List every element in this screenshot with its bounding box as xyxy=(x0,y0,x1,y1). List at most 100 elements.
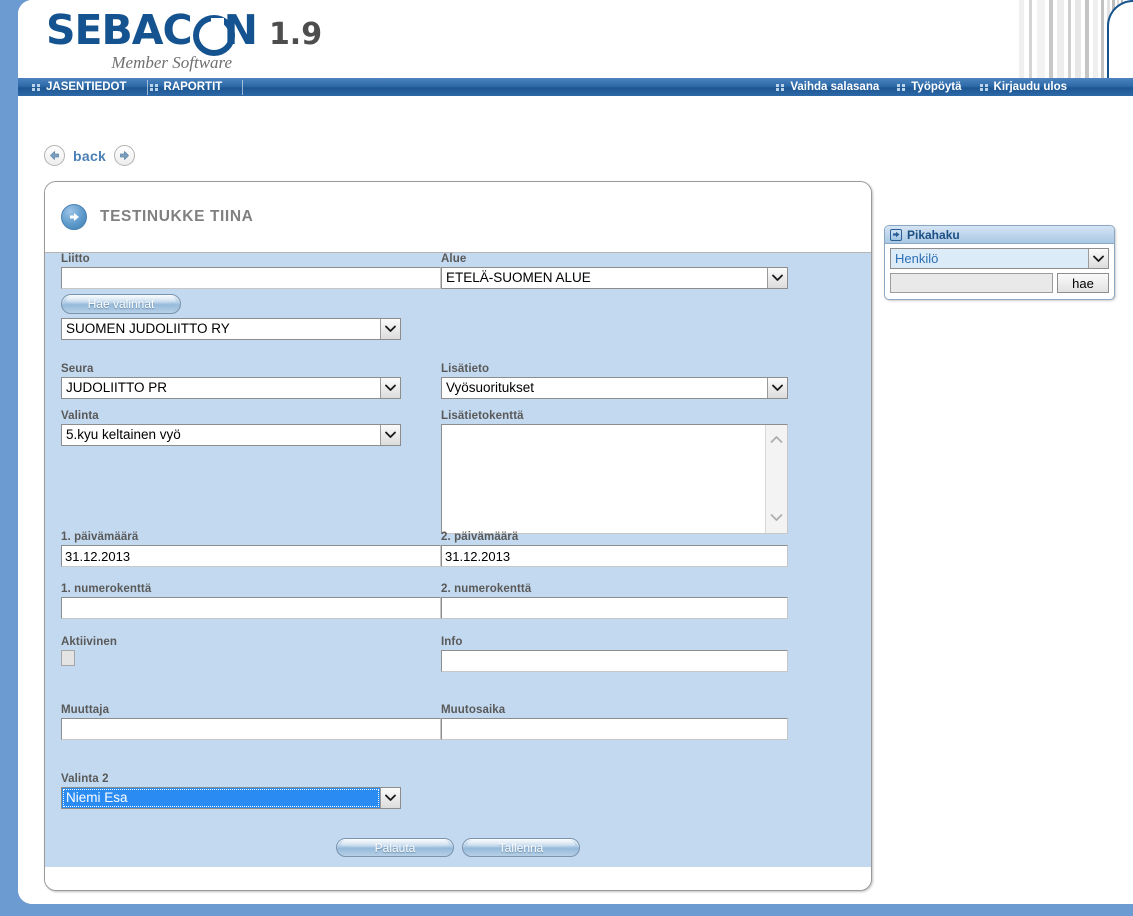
valinta-2-select[interactable]: Niemi Esa xyxy=(61,787,401,809)
dots-icon xyxy=(979,83,988,91)
valinta-2-select-value: Niemi Esa xyxy=(62,788,380,808)
field-info-label: Info xyxy=(441,636,463,648)
app-logo: SEBAC N 1.9 Member Software xyxy=(46,10,322,73)
liitto-select[interactable]: SUOMEN JUDOLIITTO RY xyxy=(61,318,401,340)
back-label[interactable]: back xyxy=(73,148,106,164)
valinta-select[interactable]: 5.kyu keltainen vyö xyxy=(61,424,401,446)
logo-text-part1: SEBAC xyxy=(46,6,193,54)
quick-search-submit-button[interactable]: hae xyxy=(1057,273,1109,293)
dots-icon xyxy=(149,83,158,91)
chevron-down-icon xyxy=(380,788,400,808)
field-valinta: Valinta 5.kyu keltainen vyö xyxy=(61,410,441,446)
arrow-right-icon xyxy=(120,151,130,160)
app-header: SEBAC N 1.9 Member Software xyxy=(18,0,1133,78)
numerokentta-2-input[interactable] xyxy=(441,597,788,619)
card-header: TESTINUKKE TIINA xyxy=(45,182,871,253)
field-paivamaara-1-label: 1. päivämäärä xyxy=(61,531,139,543)
chevron-down-icon xyxy=(767,268,787,288)
nav-item-jasentiedot[interactable]: JASENTIEDOT xyxy=(32,81,145,93)
paivamaara-2-input[interactable] xyxy=(441,545,788,567)
scroll-up-icon[interactable] xyxy=(770,431,783,449)
textarea-scrollbar[interactable] xyxy=(765,425,787,533)
field-numerokentta-1-label: 1. numerokenttä xyxy=(61,583,152,595)
nav-separator xyxy=(146,79,148,95)
field-lisatietokentta-label: Lisätietokenttä xyxy=(441,410,524,422)
chevron-down-icon xyxy=(1088,249,1108,268)
lisatieto-select-value: Vyösuoritukset xyxy=(446,380,535,395)
back-previous-button[interactable] xyxy=(44,145,65,166)
nav-item-kirjaudu-ulos[interactable]: Kirjaudu ulos xyxy=(979,81,1085,93)
nav-right-group: Vaihda salasana Työpöytä Kirjaudu ulos xyxy=(776,81,1133,93)
breadcrumb-back-bar: back xyxy=(44,145,136,166)
arrow-left-icon xyxy=(50,151,59,160)
quick-search-header: Pikahaku xyxy=(885,226,1114,244)
field-numerokentta-1: 1. numerokenttä xyxy=(61,583,441,619)
palauta-button[interactable]: Palauta xyxy=(336,838,454,857)
lisatietokentta-textarea[interactable] xyxy=(441,424,788,534)
nav-separator xyxy=(242,79,244,95)
quick-search-title: Pikahaku xyxy=(907,227,960,242)
field-numerokentta-2-label: 2. numerokenttä xyxy=(441,583,532,595)
field-valinta-2: Valinta 2 Niemi Esa xyxy=(61,773,441,809)
main-navigation: JASENTIEDOT RAPORTIT Vaihda salasana Työ… xyxy=(18,78,1133,97)
liitto-select-value: SUOMEN JUDOLIITTO RY xyxy=(66,321,230,336)
field-lisatietokentta: Lisätietokenttä xyxy=(441,410,821,534)
form-action-buttons: Palauta Tallenna xyxy=(45,838,871,857)
nav-item-vaihda-salasana[interactable]: Vaihda salasana xyxy=(776,81,897,93)
member-detail-card: TESTINUKKE TIINA Liitto Hae valinnat SUO… xyxy=(44,181,872,891)
page-content: back TESTINUKKE TIINA Liitto Hae valinna… xyxy=(18,97,1133,904)
logo-o-glyph xyxy=(192,15,235,56)
logo-tagline: Member Software xyxy=(111,53,233,72)
field-alue-label: Alue xyxy=(441,253,467,265)
chevron-down-icon xyxy=(380,425,400,445)
page-root: SEBAC N 1.9 Member Software JASENTIEDOT … xyxy=(0,0,1133,916)
valinta-select-value: 5.kyu keltainen vyö xyxy=(66,427,181,442)
member-form: Liitto Hae valinnat SUOMEN JUDOLIITTO RY xyxy=(45,253,871,867)
nav-item-raportit-label: RAPORTIT xyxy=(163,81,223,93)
field-muuttaja-label: Muuttaja xyxy=(61,704,110,716)
lisatieto-select[interactable]: Vyösuoritukset xyxy=(441,377,788,399)
field-muutosaika-label: Muutosaika xyxy=(441,704,506,716)
nav-item-raportit[interactable]: RAPORTIT xyxy=(149,81,241,93)
dots-icon xyxy=(32,83,40,91)
field-lisatieto-label: Lisätieto xyxy=(441,363,490,375)
scroll-down-icon[interactable] xyxy=(770,509,783,527)
liitto-input[interactable] xyxy=(61,267,441,289)
field-paivamaara-1: 1. päivämäärä xyxy=(61,531,441,567)
info-input[interactable] xyxy=(441,650,788,672)
alue-select[interactable]: ETELÄ-SUOMEN ALUE xyxy=(441,267,788,289)
field-muuttaja: Muuttaja xyxy=(61,704,441,740)
app-shell: SEBAC N 1.9 Member Software JASENTIEDOT … xyxy=(18,0,1133,904)
quick-search-row: hae xyxy=(890,273,1109,293)
lisatietokentta-textarea-body[interactable] xyxy=(442,425,765,533)
aktiivinen-checkbox[interactable] xyxy=(61,650,75,666)
nav-item-tyopoyta[interactable]: Työpöytä xyxy=(897,81,979,93)
numerokentta-1-input[interactable] xyxy=(61,597,441,619)
field-seura-label: Seura xyxy=(61,363,94,375)
muuttaja-input[interactable] xyxy=(61,718,441,740)
hae-valinnat-button[interactable]: Hae valinnat xyxy=(61,294,181,314)
back-next-button[interactable] xyxy=(114,145,136,166)
dots-icon xyxy=(897,83,906,91)
muutosaika-input[interactable] xyxy=(441,718,788,740)
quick-search-input[interactable] xyxy=(890,273,1053,293)
paivamaara-1-input[interactable] xyxy=(61,545,441,567)
quick-search-type-select[interactable]: Henkilö xyxy=(890,248,1109,269)
page-title: TESTINUKKE TIINA xyxy=(100,208,254,225)
tallenna-button[interactable]: Tallenna xyxy=(462,838,580,857)
seura-select-value: JUDOLIITTO PR xyxy=(66,380,168,395)
seura-select[interactable]: JUDOLIITTO PR xyxy=(61,377,401,399)
field-liitto: Liitto Hae valinnat SUOMEN JUDOLIITTO RY xyxy=(61,253,441,340)
field-info: Info xyxy=(441,636,821,672)
nav-item-tyopoyta-label: Työpöytä xyxy=(911,81,962,93)
alue-select-value: ETELÄ-SUOMEN ALUE xyxy=(446,270,591,285)
chevron-down-icon xyxy=(767,378,787,398)
field-valinta-2-label: Valinta 2 xyxy=(61,773,109,785)
arrow-right-circle-icon xyxy=(61,204,87,230)
field-numerokentta-2: 2. numerokenttä xyxy=(441,583,821,619)
quick-search-type-value: Henkilö xyxy=(895,251,939,266)
nav-item-kirjaudu-ulos-label: Kirjaudu ulos xyxy=(993,81,1067,93)
header-stripes-decoration xyxy=(1015,0,1133,78)
arrow-right-box-icon xyxy=(890,228,902,241)
field-muutosaika: Muutosaika xyxy=(441,704,821,740)
